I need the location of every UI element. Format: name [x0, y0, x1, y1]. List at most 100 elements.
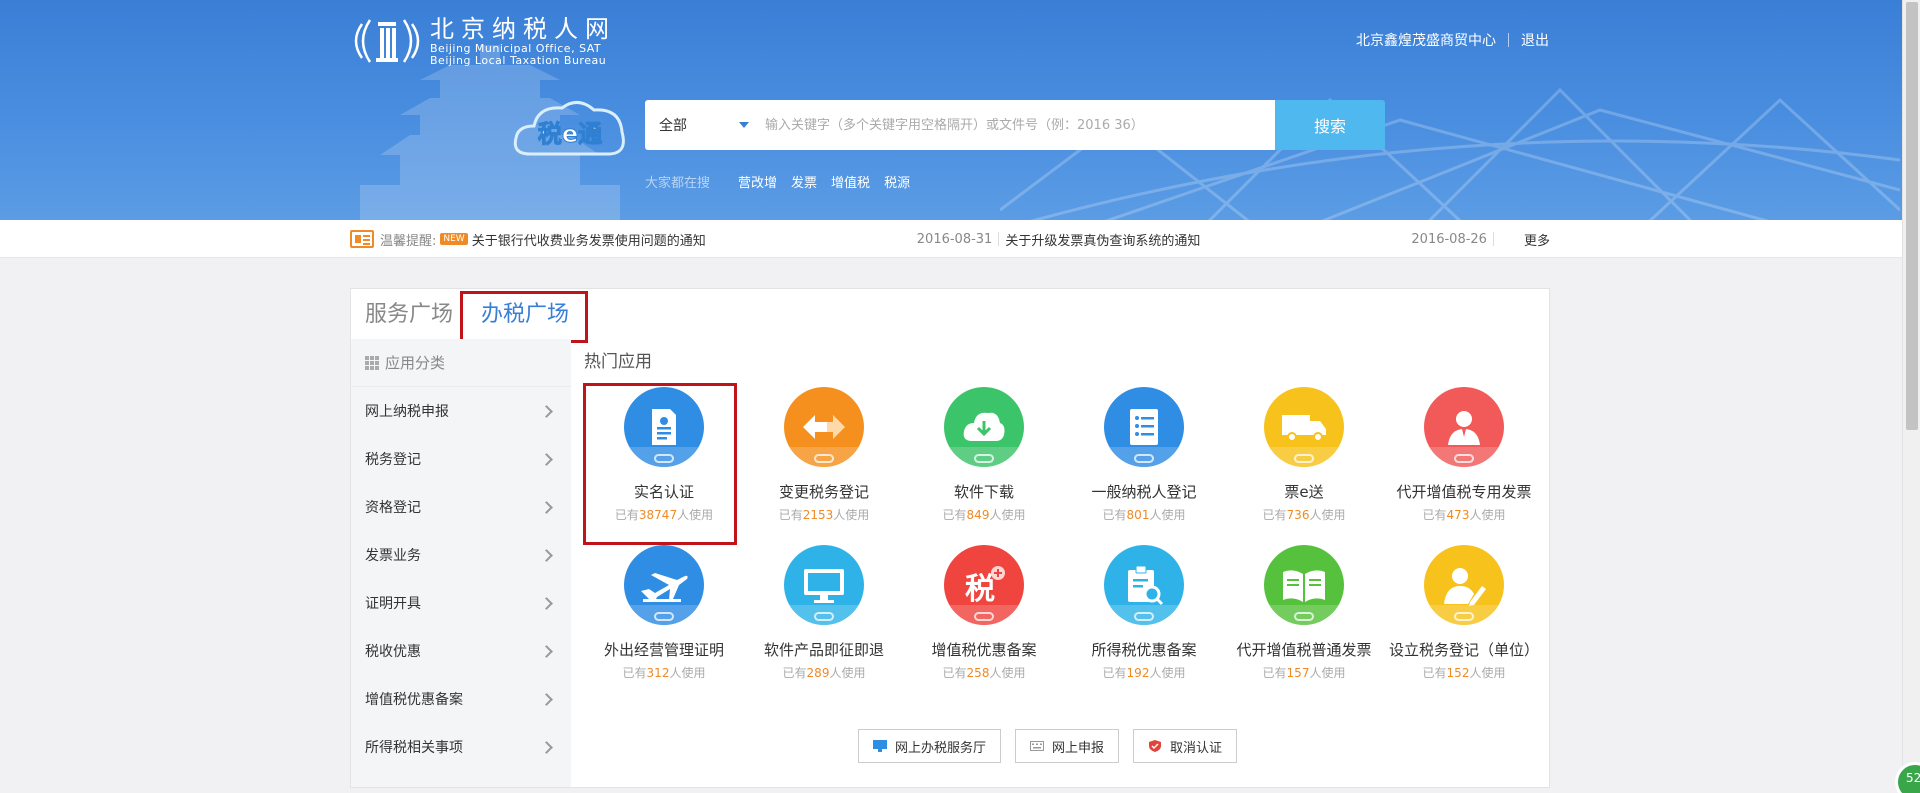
divider — [998, 232, 1000, 246]
sidebar-item-invoice[interactable]: 发票业务 — [351, 531, 571, 579]
site-logo[interactable]: 北京纳税人网 Beijing Municipal Office, SAT Bei… — [350, 14, 616, 68]
usage-suffix: 人使用 — [833, 508, 870, 522]
app-tile[interactable]: 代开增值税专用发票 已有473人使用 — [1384, 381, 1544, 539]
app-name: 代开增值税普通发票 — [1236, 641, 1372, 659]
app-tile[interactable]: 变更税务登记 已有2153人使用 — [744, 381, 904, 539]
user-name-link[interactable]: 北京鑫煌茂盛商贸中心 — [1356, 30, 1496, 50]
id-document-icon — [624, 387, 704, 467]
action-buttons: 网上办税服务厅 网上申报 取消认证 — [858, 729, 1238, 763]
sidebar-item-label: 税务登记 — [365, 452, 421, 468]
airplane-icon — [624, 545, 704, 625]
app-usage: 已有736人使用 — [1263, 506, 1346, 523]
delivery-truck-icon — [1264, 387, 1344, 467]
search-input[interactable] — [759, 117, 1275, 133]
usage-suffix: 人使用 — [1469, 666, 1506, 680]
app-tile[interactable]: 外出经营管理证明 已有312人使用 — [584, 539, 744, 697]
usage-suffix: 人使用 — [677, 508, 714, 522]
app-name: 软件产品即征即退 — [763, 641, 884, 659]
chevron-right-icon — [540, 596, 553, 610]
sidebar-item-certificate[interactable]: 证明开具 — [351, 579, 571, 627]
notice-title-link[interactable]: 关于升级发票真伪查询系统的通知 — [1005, 230, 1200, 249]
link-icon — [1454, 612, 1474, 621]
app-name: 变更税务登记 — [778, 483, 869, 501]
app-row: 外出经营管理证明 已有312人使用 软件产品即征即退 已有289人使用税增值税优惠备案… — [584, 539, 1544, 697]
app-tile[interactable]: 实名认证 已有38747人使用 — [584, 381, 744, 539]
link-icon — [1294, 612, 1314, 621]
link-icon — [814, 612, 834, 621]
notice-date: 2016-08-26 — [1411, 231, 1487, 247]
vertical-scrollbar[interactable] — [1902, 0, 1920, 793]
divider — [1508, 33, 1509, 47]
app-tile[interactable]: 一般纳税人登记 已有801人使用 — [1064, 381, 1224, 539]
app-tile[interactable]: 软件下载 已有849人使用 — [904, 381, 1064, 539]
search-scope-select[interactable]: 全部 — [659, 115, 759, 135]
app-usage: 已有258人使用 — [943, 664, 1026, 681]
sidebar-item-tax-registration[interactable]: 税务登记 — [351, 435, 571, 483]
link-icon — [654, 612, 674, 621]
sidebar-item-online-filing[interactable]: 网上纳税申报 — [351, 387, 571, 435]
logo-title: 北京纳税人网 — [430, 15, 616, 43]
app-usage: 已有849人使用 — [943, 506, 1026, 523]
cancel-verification-button[interactable]: 取消认证 — [1133, 729, 1238, 763]
notice-title-link[interactable]: 关于银行代收费业务发票使用问题的通知 — [472, 230, 706, 249]
notice-icon — [350, 230, 374, 248]
sidebar-item-vat-preference[interactable]: 增值税优惠备案 — [351, 675, 571, 723]
main-panel: 服务广场 办税广场 应用分类 网上纳税申报 税务登记 资格登记 发票业务 证明开… — [350, 288, 1550, 788]
usage-count: 289 — [806, 666, 830, 680]
tab-service-plaza[interactable]: 服务广场 — [351, 291, 467, 339]
app-name: 一般纳税人登记 — [1091, 483, 1197, 501]
usage-prefix: 已有 — [942, 666, 967, 680]
sidebar-item-qualification[interactable]: 资格登记 — [351, 483, 571, 531]
monitor-icon — [873, 740, 887, 752]
app-tile[interactable]: 税增值税优惠备案 已有258人使用 — [904, 539, 1064, 697]
app-tile[interactable]: 设立税务登记（单位） 已有152人使用 — [1384, 539, 1544, 697]
usage-suffix: 人使用 — [669, 666, 706, 680]
link-icon — [814, 454, 834, 463]
scrollbar-thumb[interactable] — [1906, 2, 1918, 430]
link-icon — [654, 454, 674, 463]
usage-prefix: 已有 — [1422, 508, 1447, 522]
hot-keyword-link[interactable]: 营改增 — [738, 172, 777, 191]
sidebar-item-tax-preference[interactable]: 税收优惠 — [351, 627, 571, 675]
search-button[interactable]: 搜索 — [1275, 100, 1385, 150]
usage-count: 312 — [646, 666, 670, 680]
sidebar-item-label: 税收优惠 — [365, 644, 421, 660]
person-icon — [1424, 387, 1504, 467]
usage-count: 736 — [1286, 508, 1310, 522]
link-icon — [974, 612, 994, 621]
online-filing-button[interactable]: 网上申报 — [1015, 729, 1120, 763]
sidebar-item-income-tax[interactable]: 所得税相关事项 — [351, 723, 571, 771]
app-usage: 已有2153人使用 — [779, 506, 870, 523]
link-icon — [1294, 454, 1314, 463]
hot-keyword-link[interactable]: 发票 — [791, 172, 817, 191]
logout-link[interactable]: 退出 — [1521, 30, 1549, 50]
sidebar-header: 应用分类 — [351, 339, 571, 387]
notice-more-link[interactable]: 更多 — [1524, 230, 1550, 249]
chevron-right-icon — [540, 452, 553, 466]
hot-keyword-link[interactable]: 税源 — [884, 172, 910, 191]
shield-icon — [1149, 740, 1162, 752]
svg-text:税: 税 — [965, 572, 995, 607]
swap-arrows-icon — [784, 387, 864, 467]
header-banner: 北京纳税人网 Beijing Municipal Office, SAT Bei… — [0, 0, 1902, 220]
app-usage: 已有38747人使用 — [615, 506, 713, 523]
app-tile[interactable]: 代开增值税普通发票 已有157人使用 — [1224, 539, 1384, 697]
app-usage: 已有289人使用 — [783, 664, 866, 681]
cloud-download-icon — [944, 387, 1024, 467]
sidebar-header-label: 应用分类 — [385, 354, 446, 372]
list-document-icon — [1104, 387, 1184, 467]
user-links: 北京鑫煌茂盛商贸中心 退出 — [1356, 30, 1549, 50]
link-icon — [1454, 454, 1474, 463]
link-icon — [1134, 454, 1154, 463]
app-tile[interactable]: 票e送 已有736人使用 — [1224, 381, 1384, 539]
grid-icon — [365, 355, 379, 370]
app-row: 实名认证 已有38747人使用 变更税务登记 已有2153人使用 软件下载 已有849人使… — [584, 381, 1544, 539]
chevron-down-icon — [739, 122, 749, 128]
app-tile[interactable]: 所得税优惠备案 已有192人使用 — [1064, 539, 1224, 697]
hot-keyword-link[interactable]: 增值税 — [831, 172, 870, 191]
usage-prefix: 已有 — [1262, 508, 1287, 522]
app-tile[interactable]: 软件产品即征即退 已有289人使用 — [744, 539, 904, 697]
tab-tax-plaza[interactable]: 办税广场 — [467, 291, 583, 339]
online-service-hall-button[interactable]: 网上办税服务厅 — [858, 729, 1002, 763]
usage-count: 157 — [1286, 666, 1310, 680]
